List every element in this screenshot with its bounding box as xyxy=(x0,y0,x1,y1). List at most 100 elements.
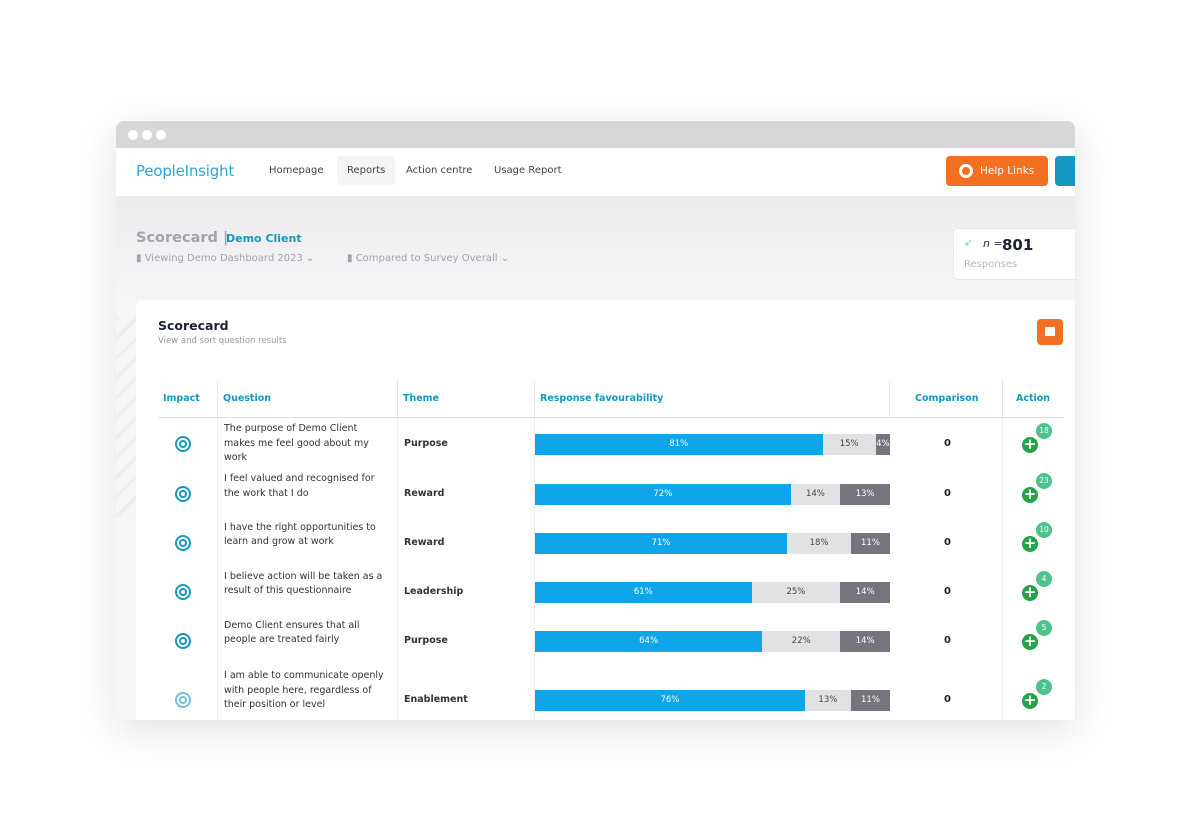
unfavourable-segment: 11% xyxy=(850,690,890,711)
client-name: Demo Client xyxy=(226,232,302,245)
window-dot xyxy=(128,130,138,140)
action-count-badge: 10 xyxy=(1036,521,1052,538)
impact-cell xyxy=(158,665,218,720)
impact-target-icon xyxy=(175,583,191,600)
comparison-value: 0 xyxy=(944,694,951,705)
neutral-segment: 18% xyxy=(787,532,851,554)
add-action-button[interactable]: + xyxy=(1022,535,1038,552)
action-count-badge: 18 xyxy=(1036,423,1052,439)
col-favourability[interactable]: Response favourability xyxy=(535,380,890,418)
comparison-value: 0 xyxy=(944,634,951,646)
comparison-cell xyxy=(890,665,1003,720)
impact-target-icon xyxy=(175,486,191,502)
add-action-button[interactable]: + xyxy=(1022,487,1038,503)
response-count: 801 xyxy=(1002,236,1034,254)
action-count-badge: 2 xyxy=(1036,679,1052,695)
n-label: n = xyxy=(983,237,1003,250)
responses-card: ➶ n = 801 Responses xyxy=(953,228,1075,280)
neutral-segment: 13% xyxy=(804,690,851,711)
browser-window: PeopleInsight Homepage Reports Action ce… xyxy=(116,121,1075,720)
unfavourable-segment: 4% xyxy=(875,434,890,455)
theme-label: Enablement xyxy=(404,694,468,705)
add-action-button[interactable]: + xyxy=(1022,584,1038,601)
help-links-label: Help Links xyxy=(980,165,1035,177)
page-title: Scorecard | xyxy=(136,230,229,246)
dashboard-selector[interactable]: ▮ Viewing Demo Dashboard 2023 ⌄ xyxy=(136,253,314,264)
favourability-bar[interactable]: 61% 25% 14% xyxy=(535,581,890,603)
add-action-button[interactable]: + xyxy=(1022,633,1038,650)
theme-label: Reward xyxy=(404,488,445,499)
card-title: Scorecard xyxy=(158,318,229,333)
col-action[interactable]: Action xyxy=(1003,380,1064,418)
col-question[interactable]: Question xyxy=(218,380,398,418)
question-text: The purpose of Demo Client makes me feel… xyxy=(224,423,369,463)
favourable-segment: 61% xyxy=(535,581,752,603)
theme-label: Leadership xyxy=(404,585,464,597)
unfavourable-segment: 14% xyxy=(840,581,890,603)
question-text: I feel valued and recognised for the wor… xyxy=(224,473,375,499)
decorative-pattern xyxy=(116,317,136,517)
comparison-value: 0 xyxy=(944,585,951,597)
nav-reports[interactable]: Reports xyxy=(337,156,396,185)
nav-action-centre[interactable]: Action centre xyxy=(396,156,482,185)
impact-target-icon xyxy=(175,436,191,452)
logo[interactable]: PeopleInsight xyxy=(136,162,234,180)
table-row: Demo Client ensures that all people are … xyxy=(158,616,1064,665)
add-action-button[interactable]: + xyxy=(1022,437,1038,453)
neutral-segment: 22% xyxy=(762,630,841,652)
window-dot xyxy=(142,130,152,140)
chevron-down-icon: ⌄ xyxy=(306,253,315,264)
unfavourable-segment: 13% xyxy=(840,484,890,505)
impact-target-icon xyxy=(175,534,191,551)
question-text: I am able to communicate openly with peo… xyxy=(224,670,384,710)
scorecard-card: Scorecard View and sort question results… xyxy=(136,300,1075,720)
table-row: The purpose of Demo Client makes me feel… xyxy=(158,418,1064,470)
add-action-button[interactable]: + xyxy=(1022,693,1038,709)
impact-target-icon xyxy=(175,632,191,649)
favourable-segment: 81% xyxy=(535,434,823,455)
favourable-segment: 76% xyxy=(535,690,805,711)
unfavourable-segment: 14% xyxy=(840,630,890,652)
top-nav: PeopleInsight Homepage Reports Action ce… xyxy=(116,148,1075,197)
favourability-bar[interactable]: 64% 22% 14% xyxy=(535,630,890,652)
favourability-bar[interactable]: 76% 13% 11% xyxy=(535,690,890,711)
nav-homepage[interactable]: Homepage xyxy=(259,156,334,185)
question-text: I believe action will be taken as a resu… xyxy=(224,570,383,597)
nav-usage-report[interactable]: Usage Report xyxy=(484,156,572,185)
rocket-icon: ➶ xyxy=(964,238,973,249)
favourable-segment: 64% xyxy=(535,630,763,652)
table-row: I am able to communicate openly with peo… xyxy=(158,665,1064,720)
bar-chart-icon: ▮ xyxy=(136,253,145,264)
chevron-down-icon: ⌄ xyxy=(500,253,510,264)
unfavourable-segment: 11% xyxy=(850,532,890,554)
action-count-badge: 23 xyxy=(1036,473,1052,489)
theme-cell xyxy=(398,665,535,720)
col-comparison[interactable]: Comparison xyxy=(890,380,1003,418)
comparison-label: Compared to Survey Overall xyxy=(355,253,498,264)
download-button[interactable] xyxy=(1037,319,1063,345)
table-row: I feel valued and recognised for the wor… xyxy=(158,470,1064,518)
card-subtitle: View and sort question results xyxy=(158,336,287,346)
question-text: Demo Client ensures that all people are … xyxy=(224,619,360,646)
favourability-bar[interactable]: 71% 18% 11% xyxy=(535,532,890,554)
favourable-segment: 71% xyxy=(535,532,788,554)
help-links-button[interactable]: Help Links xyxy=(946,156,1048,186)
compare-icon: ▮ xyxy=(347,253,356,264)
comparison-selector[interactable]: ▮ Compared to Survey Overall ⌄ xyxy=(347,253,509,264)
favourability-bar[interactable]: 72% 14% 13% xyxy=(535,484,890,505)
col-impact[interactable]: Impact xyxy=(158,380,218,418)
neutral-segment: 14% xyxy=(790,484,841,505)
comparison-value: 0 xyxy=(944,438,951,449)
user-avatar[interactable] xyxy=(1055,156,1075,186)
favourable-segment: 72% xyxy=(535,484,791,505)
col-theme[interactable]: Theme xyxy=(398,380,535,418)
favourability-bar[interactable]: 81% 15% 4% xyxy=(535,434,890,455)
lifebuoy-icon xyxy=(959,164,973,178)
action-count-badge: 4 xyxy=(1036,570,1052,587)
neutral-segment: 15% xyxy=(822,434,876,455)
responses-label: Responses xyxy=(964,259,1018,270)
title-bar xyxy=(116,121,1075,148)
comparison-value: 0 xyxy=(944,488,951,499)
main-content: Scorecard | Demo Client ▮ Viewing Demo D… xyxy=(116,197,1075,720)
question-text: I have the right opportunities to learn … xyxy=(224,521,376,548)
